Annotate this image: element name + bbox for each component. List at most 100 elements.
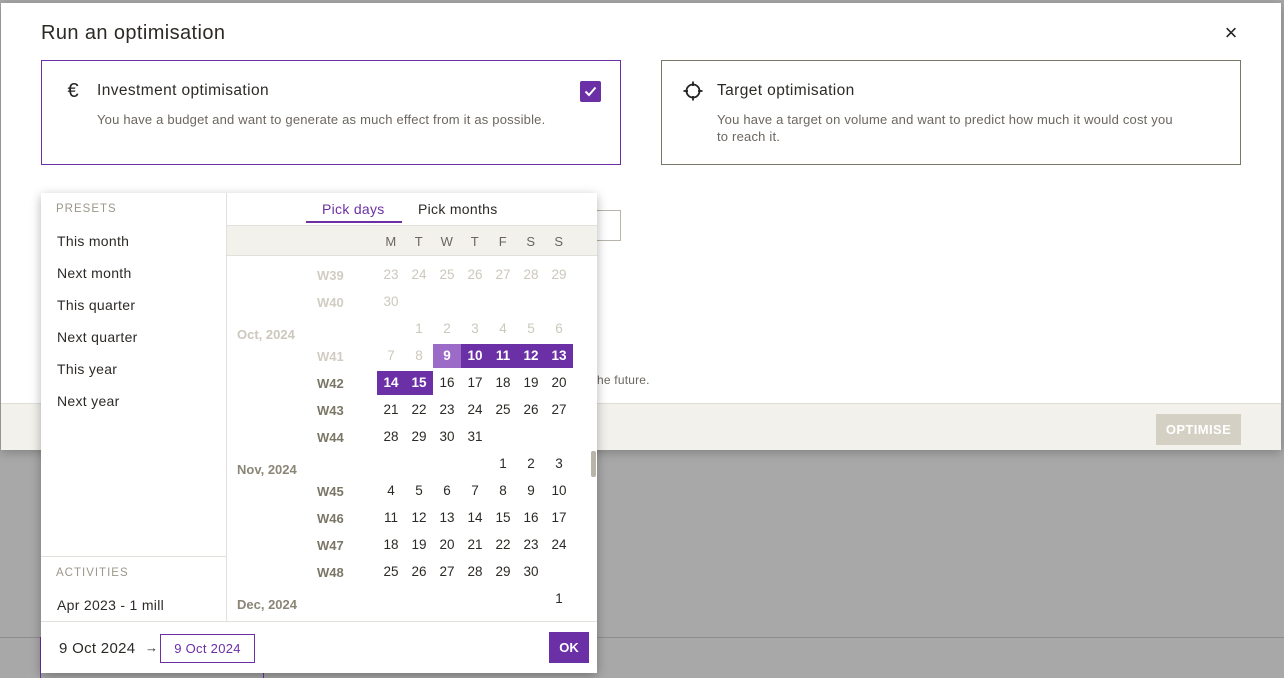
calendar-day[interactable]: 20 xyxy=(545,371,573,395)
calendar-day[interactable]: 25 xyxy=(377,560,405,584)
calendar-day[interactable]: 12 xyxy=(405,506,433,530)
calendar-day[interactable]: 7 xyxy=(377,344,405,368)
calendar-day[interactable]: 27 xyxy=(545,398,573,422)
calendar-day[interactable]: 17 xyxy=(545,506,573,530)
calendar-day[interactable]: 1 xyxy=(489,452,517,476)
preset-this-quarter[interactable]: This quarter xyxy=(57,297,135,313)
calendar-day[interactable]: 8 xyxy=(405,344,433,368)
range-end-date-field[interactable]: 9 Oct 2024 xyxy=(160,634,255,663)
calendar-day[interactable]: 13 xyxy=(433,506,461,530)
calendar-day[interactable]: 29 xyxy=(489,560,517,584)
target-optimisation-card[interactable]: Target optimisation You have a target on… xyxy=(661,60,1241,165)
calendar-day-selected[interactable]: 13 xyxy=(545,344,573,368)
range-start-date: 9 Oct 2024 xyxy=(59,640,136,657)
calendar-day[interactable]: 9 xyxy=(517,479,545,503)
calendar-day[interactable]: 26 xyxy=(405,560,433,584)
optimise-button[interactable]: OPTIMISE xyxy=(1156,414,1241,445)
week-number: W48 xyxy=(317,565,344,580)
calendar-day[interactable]: 30 xyxy=(517,560,545,584)
calendar-day[interactable]: 5 xyxy=(517,317,545,341)
calendar-day[interactable]: 14 xyxy=(461,506,489,530)
calendar-day[interactable]: 3 xyxy=(461,317,489,341)
calendar-day[interactable]: 29 xyxy=(545,263,573,287)
calendar-day[interactable]: 2 xyxy=(433,317,461,341)
calendar-day[interactable]: 19 xyxy=(517,371,545,395)
weekday-label: T xyxy=(470,234,480,249)
calendar-day[interactable]: 18 xyxy=(377,533,405,557)
calendar-day[interactable]: 6 xyxy=(433,479,461,503)
calendar-day[interactable]: 18 xyxy=(489,371,517,395)
calendar-day-selected[interactable]: 11 xyxy=(489,344,517,368)
calendar-day[interactable]: 24 xyxy=(461,398,489,422)
calendar-day[interactable]: 1 xyxy=(545,587,573,611)
investment-checkbox[interactable] xyxy=(580,81,601,102)
calendar-day[interactable]: 23 xyxy=(433,398,461,422)
preset-next-month[interactable]: Next month xyxy=(57,265,132,281)
calendar-day[interactable]: 25 xyxy=(489,398,517,422)
calendar-day[interactable]: 23 xyxy=(517,533,545,557)
calendar-scrollbar[interactable] xyxy=(591,451,596,477)
calendar-day[interactable]: 16 xyxy=(433,371,461,395)
calendar-day-selected[interactable]: 14 xyxy=(377,371,405,395)
hint-text-partial: he future. xyxy=(597,373,650,387)
calendar-day[interactable]: 1 xyxy=(405,317,433,341)
calendar-day[interactable]: 27 xyxy=(433,560,461,584)
calendar-day-selected[interactable]: 10 xyxy=(461,344,489,368)
calendar-day[interactable]: 23 xyxy=(377,263,405,287)
calendar-day[interactable]: 11 xyxy=(377,506,405,530)
calendar-day[interactable]: 30 xyxy=(433,425,461,449)
preset-next-year[interactable]: Next year xyxy=(57,393,120,409)
calendar-day[interactable]: 16 xyxy=(517,506,545,530)
weekday-label: T xyxy=(414,234,424,249)
calendar-day[interactable]: 27 xyxy=(489,263,517,287)
calendar-day[interactable]: 22 xyxy=(489,533,517,557)
preset-next-quarter[interactable]: Next quarter xyxy=(57,329,138,345)
activity-item[interactable]: Apr 2023 - 1 mill xyxy=(57,597,164,613)
calendar-day[interactable]: 26 xyxy=(517,398,545,422)
date-range-input-edge[interactable] xyxy=(597,210,621,241)
calendar-day[interactable]: 10 xyxy=(545,479,573,503)
calendar-day[interactable]: 26 xyxy=(461,263,489,287)
calendar-day[interactable]: 25 xyxy=(433,263,461,287)
weekday-label: F xyxy=(498,234,508,249)
calendar-day[interactable]: 17 xyxy=(461,371,489,395)
calendar-day[interactable]: 21 xyxy=(461,533,489,557)
calendar-day[interactable]: 28 xyxy=(461,560,489,584)
weekday-label: M xyxy=(385,234,397,249)
calendar-day[interactable]: 24 xyxy=(545,533,573,557)
tab-pick-months[interactable]: Pick months xyxy=(418,201,498,217)
close-icon[interactable]: × xyxy=(1219,21,1243,45)
calendar-day[interactable]: 3 xyxy=(545,452,573,476)
calendar-day[interactable]: 30 xyxy=(377,290,405,314)
calendar-day[interactable]: 24 xyxy=(405,263,433,287)
calendar-day[interactable]: 8 xyxy=(489,479,517,503)
calendar-day[interactable]: 5 xyxy=(405,479,433,503)
calendar-day[interactable]: 4 xyxy=(489,317,517,341)
calendar-tabs: Pick days Pick months xyxy=(227,193,597,225)
investment-optimisation-card[interactable]: € Investment optimisation You have a bud… xyxy=(41,60,621,165)
calendar-day[interactable]: 22 xyxy=(405,398,433,422)
week-number: W40 xyxy=(317,295,344,310)
calendar-day[interactable]: 28 xyxy=(517,263,545,287)
calendar-day[interactable]: 15 xyxy=(489,506,517,530)
calendar-day[interactable]: 2 xyxy=(517,452,545,476)
calendar-day[interactable]: 21 xyxy=(377,398,405,422)
weekday-label: W xyxy=(440,234,454,249)
calendar-day[interactable]: 20 xyxy=(433,533,461,557)
calendar-day[interactable]: 29 xyxy=(405,425,433,449)
month-label-oct: Oct, 2024 xyxy=(237,327,295,342)
calendar-day-selected[interactable]: 12 xyxy=(517,344,545,368)
calendar-day[interactable]: 7 xyxy=(461,479,489,503)
calendar-day[interactable]: 4 xyxy=(377,479,405,503)
preset-this-year[interactable]: This year xyxy=(57,361,117,377)
tab-pick-days[interactable]: Pick days xyxy=(322,201,385,217)
calendar-day[interactable]: 31 xyxy=(461,425,489,449)
calendar-day[interactable]: 28 xyxy=(377,425,405,449)
calendar-day[interactable]: 6 xyxy=(545,317,573,341)
calendar-day-selected[interactable]: 15 xyxy=(405,371,433,395)
calendar-day-selected-start[interactable]: 9 xyxy=(433,344,461,368)
preset-this-month[interactable]: This month xyxy=(57,233,129,249)
ok-button[interactable]: OK xyxy=(549,632,589,663)
calendar-day[interactable]: 19 xyxy=(405,533,433,557)
investment-optimisation-description: You have a budget and want to generate a… xyxy=(97,112,546,127)
